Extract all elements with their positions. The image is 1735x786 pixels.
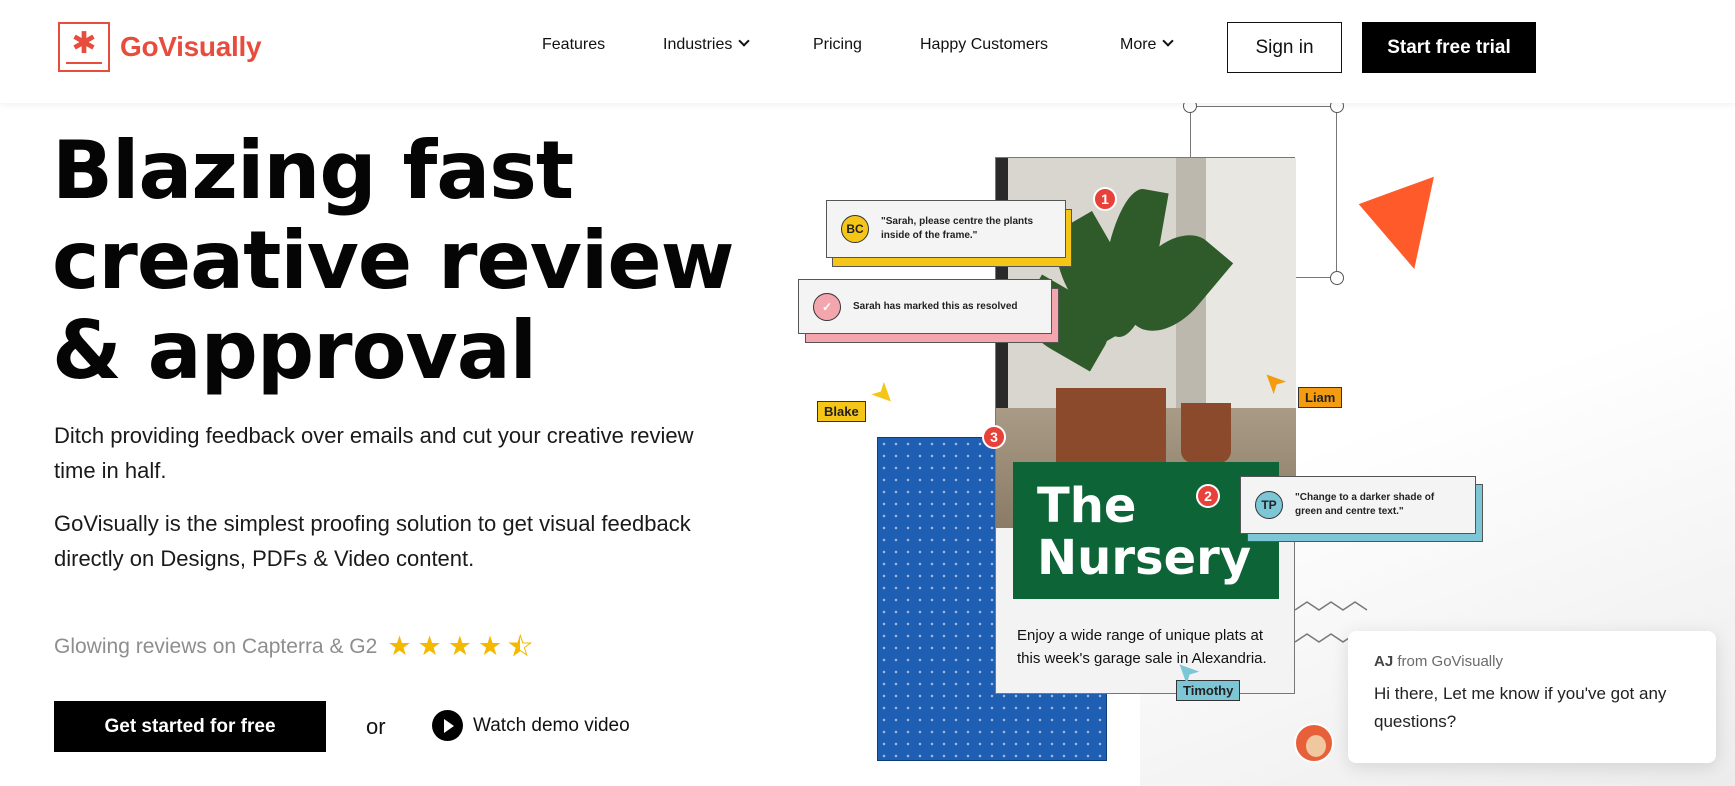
chat-sender-name: AJ xyxy=(1374,653,1394,670)
comment-card: BC "Sarah, please centre the plants insi… xyxy=(826,200,1066,258)
cursor-icon: ➤ xyxy=(864,373,905,414)
hero-paragraph-1: Ditch providing feedback over emails and… xyxy=(54,423,694,483)
star-rating: ★ ★ ★ ★ ★ xyxy=(387,631,533,662)
start-free-trial-button[interactable]: Start free trial xyxy=(1362,22,1536,73)
nav-features[interactable]: Features xyxy=(542,36,605,54)
avatar: TP xyxy=(1255,491,1283,519)
avatar: BC xyxy=(841,215,869,243)
check-icon: ✓ xyxy=(813,292,841,321)
reviews-text: Glowing reviews on Capterra & G2 xyxy=(54,634,378,658)
watch-demo-label: Watch demo video xyxy=(473,714,630,736)
hero-paragraph-2: GoVisually is the simplest proofing solu… xyxy=(54,511,691,571)
chat-popup[interactable]: AJ from GoVisually Hi there, Let me know… xyxy=(1348,631,1716,763)
logo[interactable]: ✱ GoVisually xyxy=(58,22,262,72)
hero-title: Blazing fast creative review & approval xyxy=(52,124,734,397)
comment-text: "Sarah, please centre the plants inside … xyxy=(881,216,1034,241)
comment-text: "Change to a darker shade of green and c… xyxy=(1295,492,1435,517)
star-icon: ★ xyxy=(387,631,412,662)
hero-title-line: & approval xyxy=(52,304,537,397)
chat-avatar[interactable] xyxy=(1294,723,1334,763)
comment-badge: 2 xyxy=(1196,484,1220,508)
play-icon xyxy=(432,710,463,741)
user-tag-liam: Liam xyxy=(1298,387,1343,408)
comment-card: TP "Change to a darker shade of green an… xyxy=(1240,476,1476,534)
star-icon: ★ xyxy=(417,631,442,662)
nursery-description: Enjoy a wide range of unique plats at th… xyxy=(1017,627,1267,667)
chevron-down-icon xyxy=(1162,35,1175,47)
nav-more[interactable]: More xyxy=(1120,35,1175,54)
resolved-text: Sarah has marked this as resolved xyxy=(853,300,1018,312)
get-started-button[interactable]: Get started for free xyxy=(54,701,326,752)
hero-title-line: Blazing fast xyxy=(52,124,574,217)
triangle-shape xyxy=(1358,176,1462,280)
or-text: or xyxy=(366,714,386,739)
hero-title-line: creative review xyxy=(52,214,734,307)
resolved-card: ✓ Sarah has marked this as resolved xyxy=(798,279,1052,334)
nav-more-label: More xyxy=(1120,36,1157,53)
star-icon: ★ xyxy=(447,631,472,662)
chat-message: Hi there, Let me know if you've got any … xyxy=(1374,684,1667,731)
asterisk-logo-icon: ✱ xyxy=(58,22,110,72)
star-icon: ★ xyxy=(477,631,503,662)
logo-text: GoVisually xyxy=(120,31,262,62)
nav-industries[interactable]: Industries xyxy=(663,35,751,54)
chat-sender: AJ from GoVisually xyxy=(1374,653,1690,670)
comment-badge: 1 xyxy=(1093,187,1117,211)
nav-happy-customers[interactable]: Happy Customers xyxy=(920,36,1048,54)
nav-industries-label: Industries xyxy=(663,36,733,53)
resize-handle xyxy=(1330,271,1344,285)
site-header: ✱ GoVisually Features Industries Pricing… xyxy=(0,0,1735,103)
watch-demo-link[interactable]: Watch demo video xyxy=(432,710,630,741)
chevron-down-icon xyxy=(738,35,751,47)
nav-pricing[interactable]: Pricing xyxy=(813,36,862,54)
half-star-icon: ★ xyxy=(508,631,533,662)
user-tag-blake: Blake xyxy=(817,401,866,422)
chat-from-text: from GoVisually xyxy=(1397,653,1503,670)
sign-in-button[interactable]: Sign in xyxy=(1227,22,1342,73)
comment-badge: 3 xyxy=(982,425,1006,449)
reviews-row: Glowing reviews on Capterra & G2 ★ ★ ★ ★… xyxy=(54,631,533,662)
